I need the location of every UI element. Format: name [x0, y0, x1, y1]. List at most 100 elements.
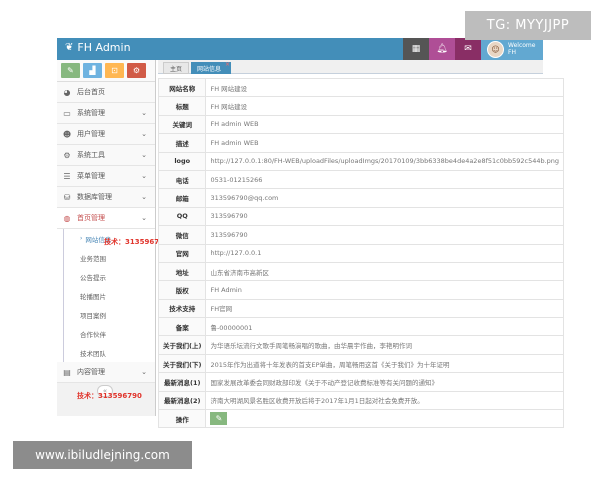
table-row: 邮箱 313596790@qq.com — [157, 188, 565, 208]
submenu-item-label: 项目案例 — [80, 311, 106, 320]
tab-site-info[interactable]: 网站信息 × — [191, 61, 232, 74]
tab-home[interactable]: 主页 — [163, 62, 190, 74]
bell-icon: 🔔︎ — [436, 44, 448, 54]
sidebar-shortcuts: ✎ ▟ ⊡ ⚙ — [57, 60, 155, 82]
users-icon: ⊡ — [111, 66, 118, 75]
site-info-table: 网站名称 FH 网站建设 标题 FH 网站建设 关键词 FH admin WEB 描述 FH … — [157, 77, 565, 429]
close-icon[interactable]: × — [225, 61, 230, 68]
shortcut-cogs[interactable]: ⚙ — [127, 63, 146, 78]
database-icon: ⛁ — [63, 192, 71, 202]
leaf-icon: ❦ — [65, 42, 74, 53]
field-label: 官网 — [157, 243, 207, 263]
field-value: 鲁-00000001 — [205, 317, 565, 337]
field-value: 313596790 — [205, 225, 565, 245]
field-label: 标题 — [157, 96, 207, 116]
table-row: 版权 FH Admin — [157, 280, 565, 300]
book-icon: ▤ — [63, 367, 71, 377]
submenu-item-team[interactable]: 技术团队 — [63, 343, 155, 362]
field-label: 网站名称 — [157, 77, 207, 98]
field-value: 山东省济南市高新区 — [205, 261, 565, 282]
globe-icon: ◍ — [63, 213, 71, 223]
tasks-icon: ▦ — [411, 44, 421, 54]
field-value: ✎ — [205, 409, 565, 429]
table-row: 网站名称 FH 网站建设 — [157, 77, 565, 98]
field-label: 描述 — [157, 133, 207, 153]
shortcut-chart[interactable]: ▟ — [83, 63, 102, 78]
field-label: 关键词 — [157, 114, 207, 135]
chevron-down-icon: ⌄ — [141, 172, 147, 180]
table-row: 操作 ✎ — [157, 409, 565, 429]
sidebar-item-system[interactable]: ▭ 系统管理 ⌄ — [57, 103, 155, 124]
caret-right-icon: › — [80, 235, 83, 242]
sidebar-item-home[interactable]: ◕ 后台首页 — [57, 82, 155, 103]
field-label: logo — [157, 151, 207, 171]
shortcut-pencil[interactable]: ✎ — [61, 63, 80, 78]
page-tabs: 主页 网站信息 × — [158, 60, 543, 74]
submenu-item-cases[interactable]: 项目案例 — [63, 305, 155, 324]
field-value: FH官网 — [205, 298, 565, 319]
notifications-button[interactable]: 🔔︎ — [429, 38, 455, 60]
field-value: 济南大明湖风景名胜区收费开放后将于2017年1月1日起对社会免费开放。 — [205, 390, 565, 411]
sidebar-item-label: 菜单管理 — [77, 172, 105, 180]
edit-icon: ✎ — [215, 414, 223, 424]
avatar: ☺ — [487, 40, 504, 58]
sidebar-item-label: 首页管理 — [77, 214, 105, 222]
submenu-item-business[interactable]: 业务范围 — [63, 248, 155, 267]
field-value: http://127.0.0.1 — [205, 243, 565, 263]
brand[interactable]: ❦ FH Admin — [65, 41, 131, 54]
watermark-contact-bottom: 技术：313596790 — [77, 392, 142, 400]
chevron-down-icon: ⌄ — [141, 130, 147, 138]
submenu-item-label: 合作伙伴 — [80, 330, 106, 339]
sidebar-item-tools[interactable]: ⚙ 系统工具 ⌄ — [57, 145, 155, 166]
site-info-panel: 网站名称 FH 网站建设 标题 FH 网站建设 关键词 FH admin WEB 描述 FH … — [157, 77, 565, 429]
sidebar-item-label: 系统工具 — [77, 151, 105, 159]
sidebar-item-database[interactable]: ⛁ 数据库管理 ⌄ — [57, 187, 155, 208]
table-row: QQ 313596790 — [157, 206, 565, 227]
sidebar-item-homepage[interactable]: ◍ 首页管理 ⌄ — [57, 208, 155, 229]
table-row: 备案 鲁-00000001 — [157, 317, 565, 337]
table-row: 技术支持 FH官网 — [157, 298, 565, 319]
pencil-icon: ✎ — [67, 66, 74, 75]
field-label: 备案 — [157, 317, 207, 337]
field-value: FH Admin — [205, 280, 565, 300]
edit-button[interactable]: ✎ — [210, 412, 228, 426]
field-label: 微信 — [157, 225, 207, 245]
field-label: 技术支持 — [157, 298, 207, 319]
field-label: 地址 — [157, 261, 207, 282]
table-row: 描述 FH admin WEB — [157, 133, 565, 153]
sidebar-item-menu[interactable]: ☰ 菜单管理 ⌄ — [57, 166, 155, 187]
submenu-item-partners[interactable]: 合作伙伴 — [63, 324, 155, 343]
tab-label: 网站信息 — [197, 65, 222, 73]
field-label: 最新消息(1) — [157, 372, 207, 392]
field-label: 邮箱 — [157, 188, 207, 208]
user-info: Welcome FH — [508, 42, 535, 56]
submenu-item-carousel[interactable]: 轮播图片 — [63, 286, 155, 305]
table-row: 微信 313596790 — [157, 225, 565, 245]
field-label: 最新消息(2) — [157, 390, 207, 411]
submenu-item-label: 技术团队 — [80, 349, 106, 358]
table-row: 标题 FH 网站建设 — [157, 96, 565, 116]
app-title: FH Admin — [77, 41, 131, 54]
cogs-icon: ⚙ — [132, 66, 141, 75]
shortcut-users[interactable]: ⊡ — [105, 63, 124, 78]
tasks-button[interactable]: ▦ — [403, 38, 429, 60]
sidebar-item-users[interactable]: ☻ 用户管理 ⌄ — [57, 124, 155, 145]
messages-button[interactable]: ✉ — [455, 38, 481, 60]
chevron-down-icon: ⌄ — [141, 193, 147, 201]
desktop-icon: ▭ — [63, 108, 71, 118]
field-value: 313596790@qq.com — [205, 188, 565, 208]
sidebar-item-label: 内容管理 — [77, 368, 105, 376]
field-value: FH 网站建设 — [205, 96, 565, 116]
sidebar-item-content[interactable]: ▤ 内容管理 ⌄ — [57, 362, 155, 383]
user-icon: ☺ — [491, 44, 500, 54]
top-navbar: ❦ FH Admin ▦ 🔔︎ ✉ ☺ Welcome FH — [57, 38, 543, 60]
field-label: 电话 — [157, 169, 207, 190]
user-menu[interactable]: ☺ Welcome FH — [481, 38, 543, 60]
table-row: 地址 山东省济南市高新区 — [157, 261, 565, 282]
submenu-item-notice[interactable]: 公告提示 — [63, 267, 155, 286]
table-row: 电话 0531-01215266 — [157, 169, 565, 190]
field-label: 关于我们(上) — [157, 335, 207, 355]
field-label: 关于我们(下) — [157, 353, 207, 374]
field-value: 2015年作为出道将十年发表的首支EP单曲，周笔畅用这首《关于我们》为十年证明 — [205, 353, 565, 374]
field-label: 操作 — [157, 409, 207, 429]
